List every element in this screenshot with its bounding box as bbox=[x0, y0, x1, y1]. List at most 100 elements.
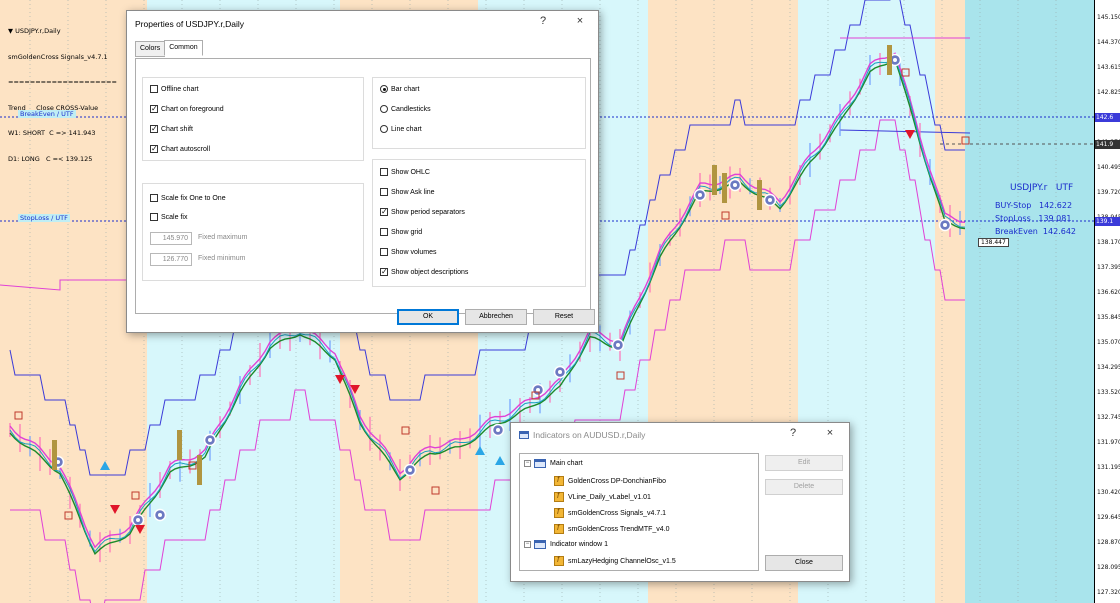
show-ohlc-checkbox[interactable]: Show OHLC bbox=[380, 168, 430, 176]
checkbox-box[interactable]: ✓ bbox=[150, 145, 158, 153]
show-period-separators-checkbox[interactable]: ✓ Show period separators bbox=[380, 208, 465, 216]
edit-button[interactable]: Edit bbox=[765, 455, 843, 471]
option-label: Show Ask line bbox=[391, 188, 435, 196]
info-line: W1: SHORT C => 141.943 bbox=[8, 129, 96, 137]
close-icon[interactable]: × bbox=[822, 427, 838, 439]
tree-node-main-chart[interactable]: − Main chart bbox=[524, 459, 583, 468]
radio-dot[interactable] bbox=[380, 105, 388, 113]
close-button[interactable]: Close bbox=[765, 555, 843, 571]
scale-fix-one-to-one-checkbox[interactable]: Scale fix One to One bbox=[150, 194, 226, 202]
scale-fix-checkbox[interactable]: Scale fix bbox=[150, 213, 187, 221]
close-icon[interactable]: × bbox=[572, 15, 588, 27]
fixed-maximum-label: Fixed maximum bbox=[198, 234, 248, 241]
properties-dialog: Properties of USDJPY.r,Daily ? × Colors … bbox=[126, 10, 599, 333]
price-axis-label: 136.620 bbox=[1097, 289, 1120, 296]
breakeven-label: BreakEven 142.642 bbox=[995, 227, 1077, 236]
signal-dot-center bbox=[558, 370, 562, 374]
collapse-icon[interactable]: − bbox=[524, 541, 531, 548]
checkbox-box[interactable] bbox=[380, 188, 388, 196]
bar-chart-radio[interactable]: Bar chart bbox=[380, 85, 419, 93]
indicators-tree[interactable]: −Main chart GoldenCross DP-DonchianFibo … bbox=[519, 453, 759, 571]
chart-on-foreground-checkbox[interactable]: ✓ Chart on foreground bbox=[150, 105, 224, 113]
symbol-label: USDJPY.r UTF bbox=[1010, 183, 1074, 193]
option-label: Line chart bbox=[391, 125, 422, 133]
chart-shift-checkbox[interactable]: ✓ Chart shift bbox=[150, 125, 193, 133]
fixed-minimum-input[interactable]: 126.770 bbox=[150, 253, 192, 266]
option-label: Show OHLC bbox=[391, 168, 430, 176]
properties-titlebar[interactable]: Properties of USDJPY.r,Daily ? × bbox=[127, 11, 598, 37]
volume-block bbox=[722, 173, 727, 203]
price-axis-label: 139.720 bbox=[1097, 189, 1120, 196]
option-label: Show grid bbox=[391, 228, 423, 236]
checkbox-box[interactable]: ✓ bbox=[150, 125, 158, 133]
tree-item-indicator[interactable]: GoldenCross DP-DonchianFibo bbox=[554, 475, 666, 486]
help-icon[interactable]: ? bbox=[785, 427, 801, 439]
cancel-button[interactable]: Abbrechen bbox=[465, 309, 527, 325]
ok-button[interactable]: OK bbox=[397, 309, 459, 325]
option-label: Bar chart bbox=[391, 85, 420, 93]
price-axis[interactable]: 145.150144.370143.615142.825142.000141.2… bbox=[1094, 0, 1120, 603]
checkbox-box[interactable] bbox=[150, 85, 158, 93]
indicators-titlebar[interactable]: Indicators on AUDUSD.r,Daily ? × bbox=[511, 423, 849, 447]
checkbox-box[interactable] bbox=[380, 168, 388, 176]
signal-dot-center bbox=[768, 198, 772, 202]
signal-dot-center bbox=[616, 343, 620, 347]
checkbox-box[interactable]: ✓ bbox=[150, 105, 158, 113]
chart-info-panel: ▼ USDJPY.r,Daily smGoldenCross Signals_v… bbox=[8, 10, 117, 180]
chart-autoscroll-checkbox[interactable]: ✓ Chart autoscroll bbox=[150, 145, 210, 153]
help-icon[interactable]: ? bbox=[535, 15, 551, 27]
properties-title: Properties of USDJPY.r,Daily bbox=[135, 19, 244, 29]
price-axis-label: 135.070 bbox=[1097, 339, 1120, 346]
tree-item-indicator[interactable]: smGoldenCross Signals_v4.7.1 bbox=[554, 507, 667, 518]
volume-block bbox=[757, 180, 762, 210]
price-axis-label: 128.095 bbox=[1097, 564, 1120, 571]
stoploss-line-label: StopLoss / UTF bbox=[18, 214, 70, 222]
tree-item-indicator[interactable]: smLazyHedging ChannelOsc_v1.5 bbox=[554, 555, 676, 566]
price-axis-label: 129.645 bbox=[1097, 514, 1120, 521]
tree-node-indicator-window[interactable]: − Indicator window 1 bbox=[524, 540, 608, 549]
tree-item-indicator[interactable]: smGoldenCross TrendMTF_v4.0 bbox=[554, 523, 670, 534]
tree-label: smGoldenCross Signals_v4.7.1 bbox=[568, 509, 667, 517]
show-grid-checkbox[interactable]: Show grid bbox=[380, 228, 422, 236]
indicator-icon bbox=[554, 491, 564, 502]
show-object-descriptions-checkbox[interactable]: ✓ Show object descriptions bbox=[380, 268, 468, 276]
option-label: Candlesticks bbox=[391, 105, 431, 113]
option-label: Chart on foreground bbox=[161, 105, 224, 113]
tree-label: Main chart bbox=[550, 460, 583, 467]
checkbox-box[interactable] bbox=[380, 228, 388, 236]
signal-dot-center bbox=[208, 438, 212, 442]
checkbox-box[interactable] bbox=[150, 213, 158, 221]
signal-dot-center bbox=[536, 388, 540, 392]
checkbox-box[interactable] bbox=[150, 194, 158, 202]
tree-item-indicator[interactable]: VLine_Daily_vLabel_v1.01 bbox=[554, 491, 651, 502]
price-object-label[interactable]: 138.447 bbox=[978, 238, 1009, 247]
candlesticks-radio[interactable]: Candlesticks bbox=[380, 105, 431, 113]
checkbox-box[interactable]: ✓ bbox=[380, 208, 388, 216]
signal-dot-center bbox=[698, 193, 702, 197]
collapse-icon[interactable]: − bbox=[524, 460, 531, 467]
buy-stop-label: BUY-Stop 142.622 bbox=[995, 201, 1073, 210]
show-ask-line-checkbox[interactable]: Show Ask line bbox=[380, 188, 435, 196]
checkbox-box[interactable]: ✓ bbox=[380, 268, 388, 276]
price-axis-label: 138.170 bbox=[1097, 239, 1120, 246]
offline-chart-checkbox[interactable]: Offline chart bbox=[150, 85, 199, 93]
period-band bbox=[935, 0, 965, 603]
fixed-maximum-input[interactable]: 145.970 bbox=[150, 232, 192, 245]
tab-colors[interactable]: Colors bbox=[135, 41, 166, 57]
line-chart-radio[interactable]: Line chart bbox=[380, 125, 422, 133]
indicator-icon bbox=[554, 523, 564, 534]
delete-button[interactable]: Delete bbox=[765, 479, 843, 495]
show-volumes-checkbox[interactable]: Show volumes bbox=[380, 248, 437, 256]
period-band bbox=[965, 0, 1094, 603]
checkbox-box[interactable] bbox=[380, 248, 388, 256]
price-tag: 141.9 bbox=[1095, 140, 1120, 149]
info-line: smGoldenCross Signals_v4.7.1 bbox=[8, 52, 108, 61]
radio-dot[interactable] bbox=[380, 125, 388, 133]
tree-label: smLazyHedging ChannelOsc_v1.5 bbox=[568, 557, 676, 565]
price-axis-label: 142.825 bbox=[1097, 89, 1120, 96]
radio-dot[interactable] bbox=[380, 85, 388, 93]
tree-label: Indicator window 1 bbox=[550, 541, 608, 548]
tab-common[interactable]: Common bbox=[164, 40, 203, 56]
reset-button[interactable]: Reset bbox=[533, 309, 595, 325]
indicators-title: Indicators on AUDUSD.r,Daily bbox=[533, 430, 646, 440]
